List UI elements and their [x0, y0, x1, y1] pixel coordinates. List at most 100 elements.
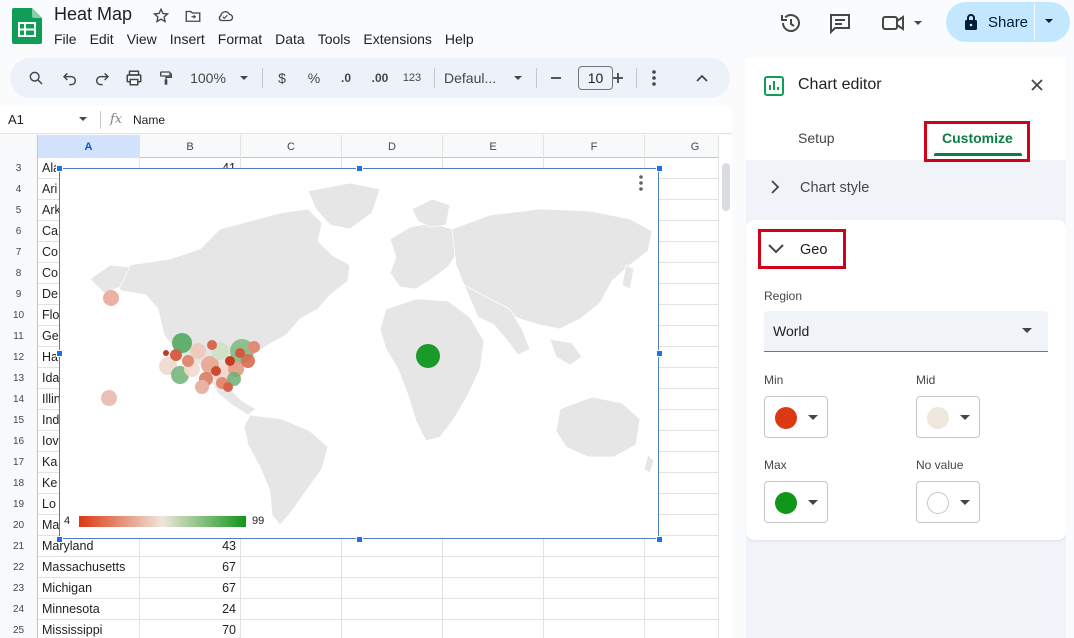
row-header[interactable]: 21 — [0, 536, 38, 557]
font-dropdown-icon[interactable] — [510, 58, 526, 98]
resize-handle-bottom-left[interactable] — [56, 536, 63, 543]
grid-cell[interactable] — [544, 620, 645, 638]
column-header-c[interactable]: C — [241, 135, 342, 158]
collapse-menus-icon[interactable] — [690, 58, 714, 98]
move-folder-icon[interactable] — [182, 5, 204, 27]
menu-format[interactable]: Format — [218, 31, 262, 47]
grid-cell[interactable] — [241, 557, 342, 578]
star-icon[interactable] — [150, 5, 172, 27]
row-header[interactable]: 20 — [0, 515, 38, 536]
increase-font-size-icon[interactable] — [608, 58, 628, 98]
grid-cell[interactable]: Mississippi — [38, 620, 140, 638]
row-header[interactable]: 19 — [0, 494, 38, 515]
grid-cell[interactable] — [342, 578, 443, 599]
column-header-e[interactable]: E — [443, 135, 544, 158]
percent-format-button[interactable]: % — [304, 58, 324, 98]
row-header[interactable]: 5 — [0, 200, 38, 221]
font-family-select[interactable]: Defaul... — [444, 58, 508, 98]
column-header-d[interactable]: D — [342, 135, 443, 158]
tab-setup[interactable]: Setup — [798, 130, 835, 146]
grid-cell[interactable]: Michigan — [38, 578, 140, 599]
paint-format-icon[interactable] — [154, 58, 178, 98]
row-header[interactable]: 11 — [0, 326, 38, 347]
grid-cell[interactable] — [342, 599, 443, 620]
grid-cell[interactable] — [241, 599, 342, 620]
row-header[interactable]: 18 — [0, 473, 38, 494]
currency-format-button[interactable]: $ — [272, 58, 292, 98]
chevron-right-icon[interactable] — [770, 180, 780, 194]
vertical-scrollbar[interactable] — [718, 135, 732, 638]
grid-cell[interactable] — [645, 599, 718, 620]
resize-handle-top[interactable] — [356, 165, 363, 172]
row-header[interactable]: 15 — [0, 410, 38, 431]
grid-cell[interactable] — [342, 620, 443, 638]
column-header-a[interactable]: A — [38, 135, 140, 158]
column-header-b[interactable]: B — [140, 135, 241, 158]
more-formats-button[interactable]: 123 — [399, 58, 425, 98]
mid-color-picker[interactable] — [916, 396, 980, 438]
row-header[interactable]: 24 — [0, 599, 38, 620]
row-header[interactable]: 10 — [0, 305, 38, 326]
redo-icon[interactable] — [90, 58, 114, 98]
no-value-color-picker[interactable] — [916, 481, 980, 523]
column-header-f[interactable]: F — [544, 135, 645, 158]
section-chart-style[interactable]: Chart style — [800, 180, 869, 196]
grid-cell[interactable] — [645, 557, 718, 578]
grid-cell[interactable] — [443, 599, 544, 620]
resize-handle-top-right[interactable] — [656, 165, 663, 172]
row-header[interactable]: 16 — [0, 431, 38, 452]
cloud-status-icon[interactable] — [214, 5, 236, 27]
meet-video-icon[interactable] — [880, 10, 924, 36]
more-options-icon[interactable] — [644, 58, 664, 98]
max-color-picker[interactable] — [764, 481, 828, 523]
grid-cell[interactable]: Massachusetts — [38, 557, 140, 578]
menu-edit[interactable]: Edit — [90, 31, 114, 47]
increase-decimal-button[interactable]: .00 — [366, 58, 394, 98]
search-menus-icon[interactable] — [24, 58, 48, 98]
grid-cell[interactable]: 24 — [140, 599, 241, 620]
menu-help[interactable]: Help — [445, 31, 474, 47]
grid-cell[interactable] — [342, 557, 443, 578]
grid-cell[interactable]: Minnesota — [38, 599, 140, 620]
document-title[interactable]: Heat Map — [54, 4, 132, 25]
name-box[interactable]: A1 — [8, 112, 24, 127]
row-header[interactable]: 3 — [0, 158, 38, 179]
menu-view[interactable]: View — [127, 31, 157, 47]
resize-handle-bottom-right[interactable] — [656, 536, 663, 543]
decrease-decimal-button[interactable]: .0 — [334, 58, 358, 98]
row-header[interactable]: 12 — [0, 347, 38, 368]
name-box-dropdown-icon[interactable] — [78, 115, 88, 123]
grid-cell[interactable] — [241, 620, 342, 638]
resize-handle-left[interactable] — [56, 350, 63, 357]
row-header[interactable]: 13 — [0, 368, 38, 389]
resize-handle-right[interactable] — [656, 350, 663, 357]
zoom-dropdown-icon[interactable] — [236, 58, 252, 98]
zoom-value[interactable]: 100% — [186, 58, 230, 98]
menu-file[interactable]: File — [54, 31, 77, 47]
select-all-corner[interactable] — [0, 135, 38, 158]
row-header[interactable]: 7 — [0, 242, 38, 263]
menu-data[interactable]: Data — [275, 31, 305, 47]
grid-cell[interactable] — [443, 620, 544, 638]
row-header[interactable]: 14 — [0, 389, 38, 410]
row-header[interactable]: 9 — [0, 284, 38, 305]
row-header[interactable]: 25 — [0, 620, 38, 638]
grid-cell[interactable]: 70 — [140, 620, 241, 638]
close-icon[interactable] — [1030, 78, 1044, 92]
grid-cell[interactable] — [443, 578, 544, 599]
row-header[interactable]: 23 — [0, 578, 38, 599]
min-color-picker[interactable] — [764, 396, 828, 438]
grid-cell[interactable]: 67 — [140, 557, 241, 578]
row-header[interactable]: 4 — [0, 179, 38, 200]
resize-handle-bottom[interactable] — [356, 536, 363, 543]
share-dropdown-icon[interactable] — [1044, 16, 1054, 26]
undo-icon[interactable] — [58, 58, 82, 98]
menu-insert[interactable]: Insert — [170, 31, 205, 47]
chart-menu-icon[interactable] — [639, 175, 643, 191]
geo-chart[interactable]: 4 99 — [59, 168, 659, 539]
grid-cell[interactable] — [544, 599, 645, 620]
comments-icon[interactable] — [827, 10, 853, 36]
row-header[interactable]: 22 — [0, 557, 38, 578]
menu-extensions[interactable]: Extensions — [363, 31, 431, 47]
grid-cell[interactable] — [241, 578, 342, 599]
